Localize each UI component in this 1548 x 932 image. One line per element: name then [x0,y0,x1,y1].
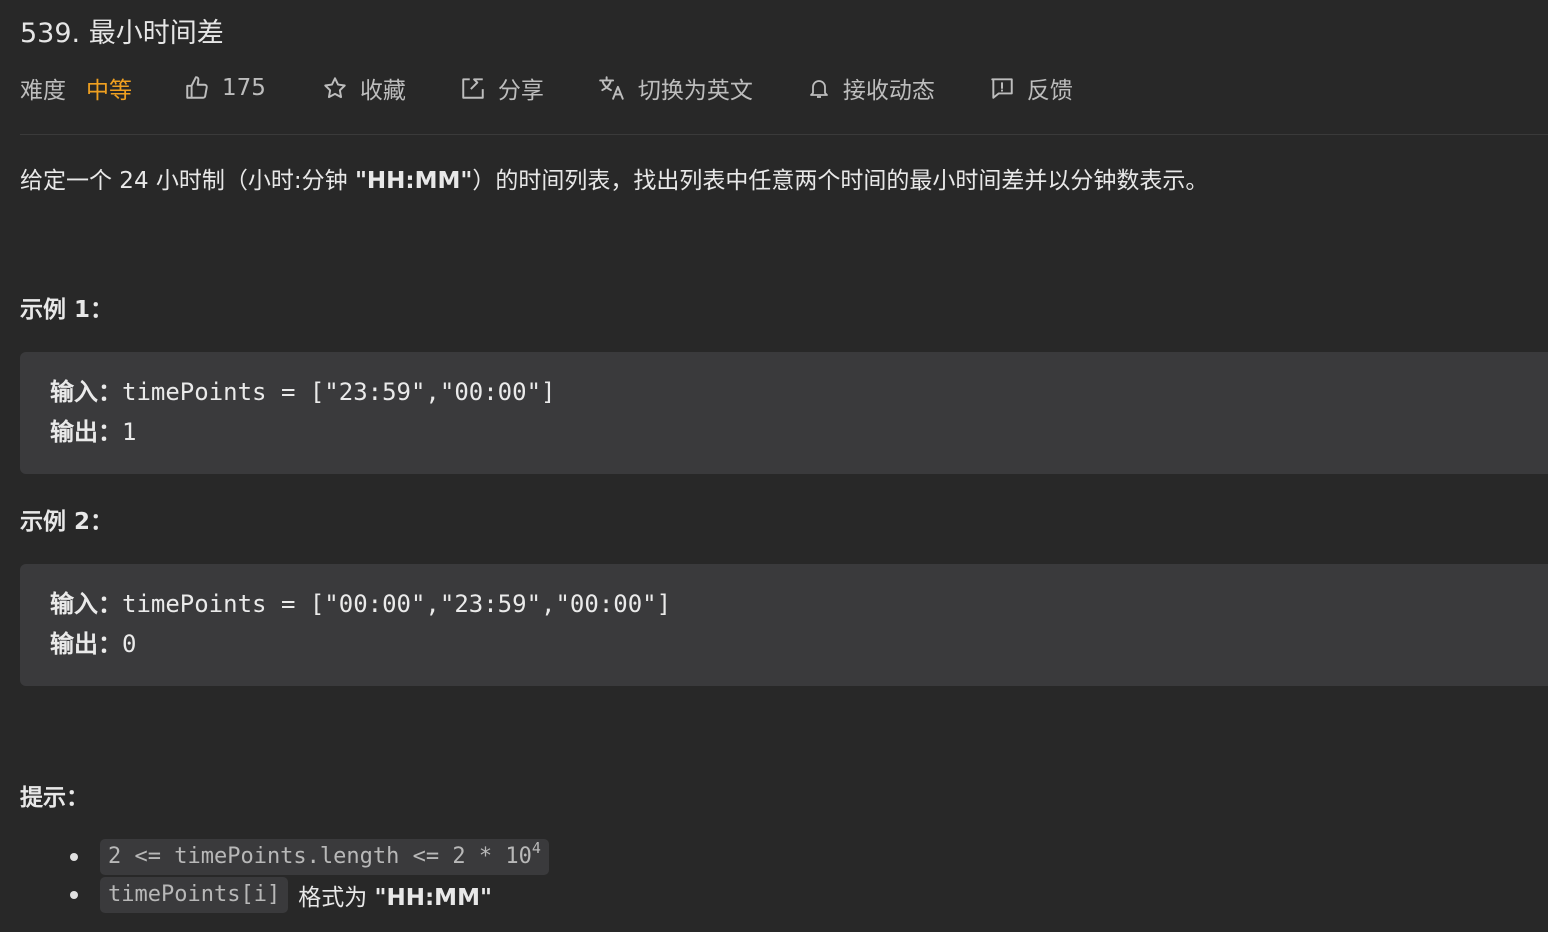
example-2-input-value: timePoints = ["00:00","23:59","00:00"] [122,590,672,618]
example-1-output-label: 输出： [50,418,122,446]
problem-description: 给定一个 24 小时制（小时:分钟 "HH:MM"）的时间列表，找出列表中任意两… [20,162,1208,200]
star-icon [322,75,348,101]
header-divider [20,134,1548,135]
example-1-input-line: 输入：timePoints = ["23:59","00:00"] [50,372,1518,412]
problem-title: 539. 最小时间差 [20,18,224,49]
translate-icon [598,75,626,101]
example-2-output-line: 输出：0 [50,624,1518,664]
share-button[interactable]: 分享 [460,71,544,105]
constraint-2-text: 格式为 "HH:MM" [298,878,492,912]
bullet-icon [70,853,78,861]
problem-page: 539. 最小时间差 难度 中等 175 收藏 分享 切换为英文 接收动态 反馈… [0,0,1548,932]
example-2-heading: 示例 2： [20,509,114,535]
bell-icon [807,75,831,101]
example-1-input-label: 输入： [50,378,122,406]
favorite-label: 收藏 [359,78,406,104]
difficulty-label: 难度 [20,78,66,104]
bullet-icon [70,891,78,899]
favorite-button[interactable]: 收藏 [322,71,406,105]
description-prefix: 给定一个 24 小时制（小时:分钟 [20,168,355,194]
feedback-button[interactable]: 反馈 [989,71,1073,105]
example-1-output-line: 输出：1 [50,412,1518,452]
thumbs-up-icon [184,75,210,101]
translate-label: 切换为英文 [637,78,753,104]
constraint-1-code: 2 <= timePoints.length <= 2 * 104 [100,839,549,875]
constraint-2-code: timePoints[i] [100,877,289,913]
like-button[interactable]: 175 [184,75,266,101]
share-label: 分享 [497,78,544,104]
example-2-input-line: 输入：timePoints = ["00:00","23:59","00:00"… [50,584,1518,624]
difficulty-badge: 中等 [86,78,132,104]
constraints-list: 2 <= timePoints.length <= 2 * 104 timePo… [20,838,1220,914]
constraint-2-format: "HH:MM" [374,885,492,911]
subscribe-label: 接收动态 [842,78,935,104]
constraint-1-code-text: 2 <= timePoints.length <= 2 * 10 [108,844,532,869]
constraint-item: timePoints[i] 格式为 "HH:MM" [20,876,1220,914]
example-1-codeblock: 输入：timePoints = ["23:59","00:00"] 输出：1 [20,352,1548,474]
problem-toolbar: 难度 中等 175 收藏 分享 切换为英文 接收动态 反馈 [20,68,1073,108]
constraint-2-desc: 格式为 [298,885,375,911]
example-2-codeblock: 输入：timePoints = ["00:00","23:59","00:00"… [20,564,1548,686]
description-format: "HH:MM" [354,168,473,194]
example-2-input-label: 输入： [50,590,122,618]
example-2-output-label: 输出： [50,630,122,658]
constraint-1-exponent: 4 [531,839,541,857]
translate-button[interactable]: 切换为英文 [598,71,753,105]
feedback-icon [989,75,1015,101]
description-suffix: ）的时间列表，找出列表中任意两个时间的最小时间差并以分钟数表示。 [472,168,1209,194]
constraint-item: 2 <= timePoints.length <= 2 * 104 [20,838,1220,876]
feedback-label: 反馈 [1026,78,1073,104]
example-1-heading: 示例 1： [20,297,114,323]
subscribe-button[interactable]: 接收动态 [807,71,935,105]
example-1-output-value: 1 [122,418,137,446]
example-2-output-value: 0 [122,630,137,658]
hints-heading: 提示： [20,785,89,811]
example-1-input-value: timePoints = ["23:59","00:00"] [122,378,556,406]
share-icon [460,75,486,101]
like-count: 175 [222,75,266,101]
